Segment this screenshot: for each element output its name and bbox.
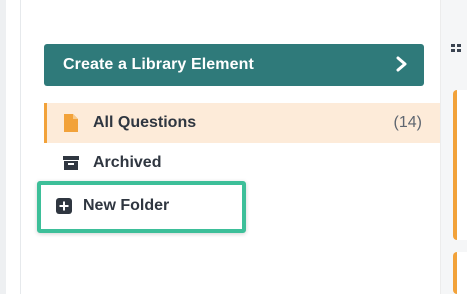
sidebar-item-label: All Questions	[93, 114, 197, 131]
question-card[interactable]	[453, 252, 467, 294]
sidebar-item-archived[interactable]: Archived	[44, 143, 440, 183]
chevron-right-icon	[396, 54, 408, 76]
grid-view-icon[interactable]	[451, 44, 463, 54]
window-left-edge	[0, 0, 6, 294]
archive-box-icon	[62, 154, 80, 172]
question-count-badge: (14)	[393, 114, 422, 131]
new-folder-label: New Folder	[83, 197, 170, 214]
new-folder-button[interactable]: New Folder	[56, 195, 169, 217]
create-library-element-button[interactable]: Create a Library Element	[44, 44, 424, 86]
sidebar-item-label: Archived	[93, 154, 162, 171]
create-button-label: Create a Library Element	[63, 56, 254, 73]
document-icon	[62, 114, 80, 132]
plus-square-icon	[56, 198, 72, 214]
question-card[interactable]	[453, 90, 467, 240]
sidebar-item-all-questions[interactable]: All Questions (14)	[44, 103, 440, 143]
